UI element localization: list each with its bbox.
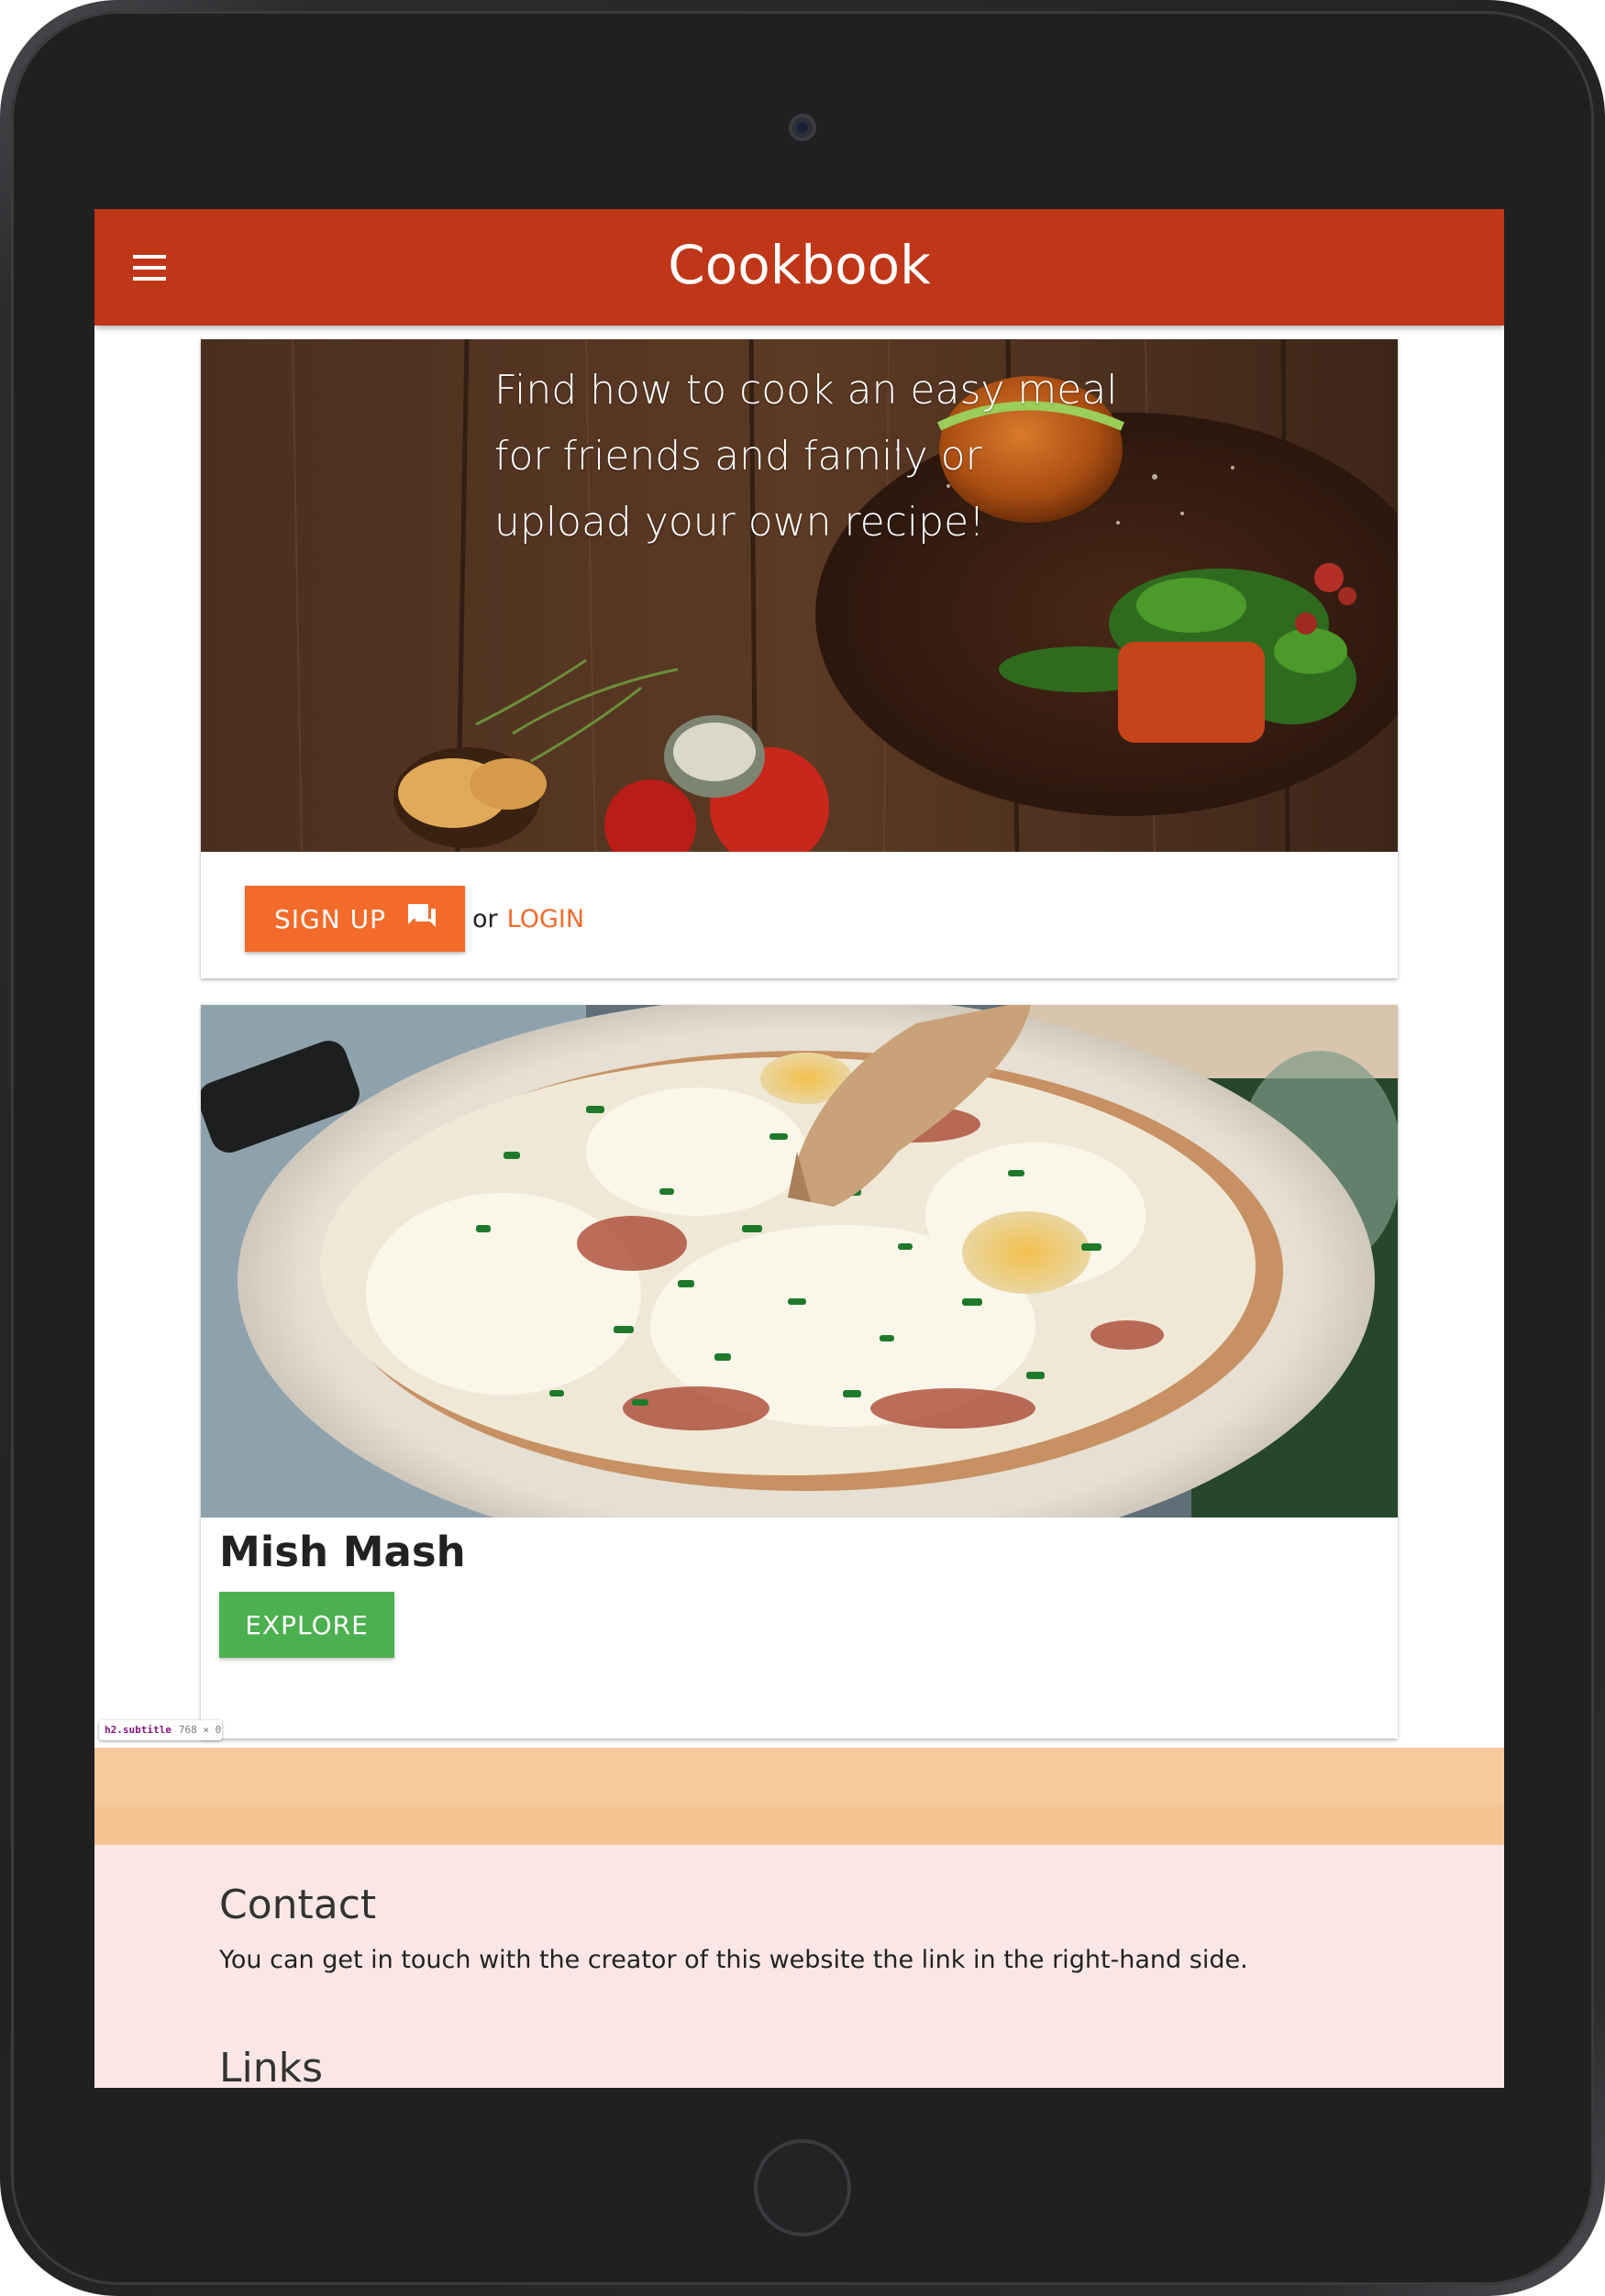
forum-icon	[406, 902, 437, 936]
hero-actions: SIGN UP or LOGIN	[245, 886, 584, 952]
devtools-tag-size: 768 × 0	[178, 1724, 222, 1736]
or-text: or	[472, 904, 498, 933]
devtools-tag-name: h2.subtitle	[105, 1724, 172, 1736]
explore-button[interactable]: EXPLORE	[219, 1592, 394, 1658]
recipe-card: Mish Mash EXPLORE	[201, 1005, 1398, 1739]
screen: Cookbook Find how to cook an easy meal f…	[94, 209, 1504, 2088]
hero-line: for friends and family or	[494, 433, 982, 480]
devtools-inspect-tooltip: h2.subtitle 768 × 0	[99, 1720, 222, 1740]
hero-line: upload your own recipe!	[494, 499, 985, 546]
camera-icon	[789, 114, 816, 141]
subtitle-highlight	[94, 1748, 1504, 1845]
footer: Contact You can get in touch with the cr…	[94, 1845, 1504, 2088]
tablet-frame: Cookbook Find how to cook an easy meal f…	[0, 0, 1605, 2296]
hero-text: Find how to cook an easy meal for friend…	[494, 358, 1136, 556]
contact-text: You can get in touch with the creator of…	[219, 1946, 1248, 1974]
links-heading: Links	[219, 2045, 324, 2088]
home-button[interactable]	[754, 2139, 851, 2236]
recipe-image[interactable]	[201, 1005, 1398, 1518]
hero-card: Find how to cook an easy meal for friend…	[201, 339, 1398, 978]
app-title: Cookbook	[668, 234, 931, 296]
contact-heading: Contact	[219, 1882, 377, 1928]
app-bar: Cookbook	[94, 209, 1504, 326]
login-link[interactable]: LOGIN	[507, 905, 584, 933]
signup-button[interactable]: SIGN UP	[245, 886, 465, 952]
recipe-title: Mish Mash	[219, 1528, 466, 1576]
signup-label: SIGN UP	[274, 903, 386, 934]
hero-line: Find how to cook an easy meal	[494, 367, 1118, 414]
